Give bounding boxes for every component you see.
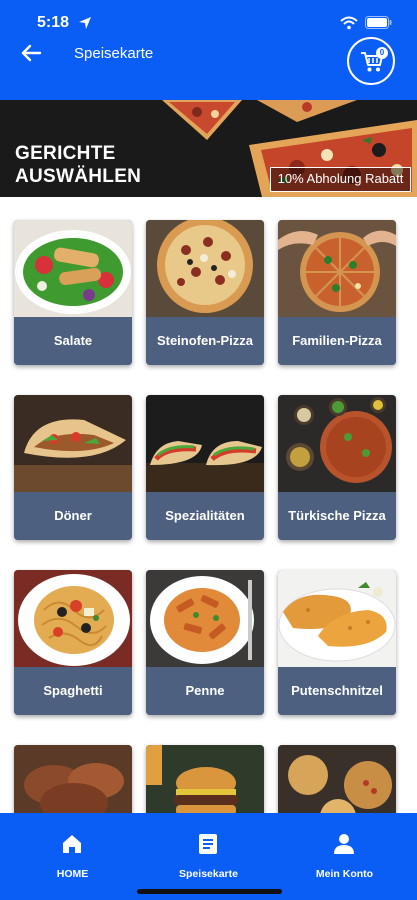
wifi-icon — [340, 16, 358, 30]
category-card-putenschnitzel[interactable]: Putenschnitzel — [278, 570, 396, 715]
battery-icon — [365, 16, 392, 29]
category-card-grill[interactable] — [14, 745, 132, 813]
category-label: Familien-Pizza — [278, 317, 396, 365]
cart-button[interactable]: 0 — [347, 37, 395, 85]
schnitzel-image — [278, 570, 396, 667]
nav-home-label: HOME — [56, 868, 89, 880]
category-label: Steinofen-Pizza — [146, 317, 264, 365]
promo-banner: GERICHTE AUSWÄHLEN 10% Abholung Rabatt — [0, 100, 417, 197]
bottom-navigation: HOME Speisekarte Mein Konto — [0, 813, 417, 900]
person-icon — [334, 834, 354, 854]
banner-title-line2: AUSWÄHLEN — [15, 166, 142, 187]
salad-image — [14, 220, 132, 317]
app-header: 5:18 Speisekarte 0 — [0, 0, 417, 100]
page-title: Speisekarte — [74, 45, 154, 62]
grilled-meat-image — [14, 745, 132, 813]
menu-screen: 5:18 Speisekarte 0 GERICHTE AUSWÄHLEN 10… — [0, 0, 417, 900]
discount-badge: 10% Abholung Rabatt — [270, 167, 411, 192]
cart-count-badge: 0 — [376, 47, 388, 59]
specialities-image — [146, 395, 264, 492]
category-label: Spaghetti — [14, 667, 132, 715]
category-card-penne[interactable]: Penne — [146, 570, 264, 715]
category-card-spaghetti[interactable]: Spaghetti — [14, 570, 132, 715]
category-label: Türkische Pizza — [278, 492, 396, 540]
menu-book-icon — [199, 834, 217, 854]
banner-title: GERICHTE AUSWÄHLEN — [15, 142, 141, 188]
burger-image — [146, 745, 264, 813]
home-indicator — [137, 889, 282, 894]
category-card-burger[interactable] — [146, 745, 264, 813]
category-card-salate[interactable]: Salate — [14, 220, 132, 365]
category-card-auflauf[interactable] — [278, 745, 396, 813]
category-card-spezialitaeten[interactable]: Spezialitäten — [146, 395, 264, 540]
nav-speisekarte[interactable]: Speisekarte — [139, 813, 278, 893]
category-label: Spezialitäten — [146, 492, 264, 540]
turkish-pizza-image — [278, 395, 396, 492]
family-pizza-image — [278, 220, 396, 317]
home-icon — [63, 835, 81, 853]
stone-oven-pizza-image — [146, 220, 264, 317]
category-label: Penne — [146, 667, 264, 715]
nav-mein-konto-label: Mein Konto — [315, 868, 374, 880]
back-arrow-icon[interactable] — [20, 42, 42, 64]
category-card-familien-pizza[interactable]: Familien-Pizza — [278, 220, 396, 365]
category-label: Döner — [14, 492, 132, 540]
category-label: Putenschnitzel — [278, 667, 396, 715]
nav-speisekarte-label: Speisekarte — [179, 868, 238, 880]
banner-title-line1: GERICHTE — [15, 143, 116, 164]
category-grid: Salate Steinofen-Pizza Familien-Pizza Dö… — [0, 197, 417, 813]
penne-image — [146, 570, 264, 667]
location-arrow-icon — [79, 17, 91, 29]
doner-image — [14, 395, 132, 492]
status-bar: 5:18 — [0, 0, 417, 44]
nav-home[interactable]: HOME — [3, 813, 142, 893]
spaghetti-image — [14, 570, 132, 667]
casserole-image — [278, 745, 396, 813]
category-card-tuerkische-pizza[interactable]: Türkische Pizza — [278, 395, 396, 540]
category-card-steinofen-pizza[interactable]: Steinofen-Pizza — [146, 220, 264, 365]
category-card-doner[interactable]: Döner — [14, 395, 132, 540]
status-time: 5:18 — [37, 14, 70, 31]
nav-mein-konto[interactable]: Mein Konto — [275, 813, 414, 893]
category-label: Salate — [14, 317, 132, 365]
